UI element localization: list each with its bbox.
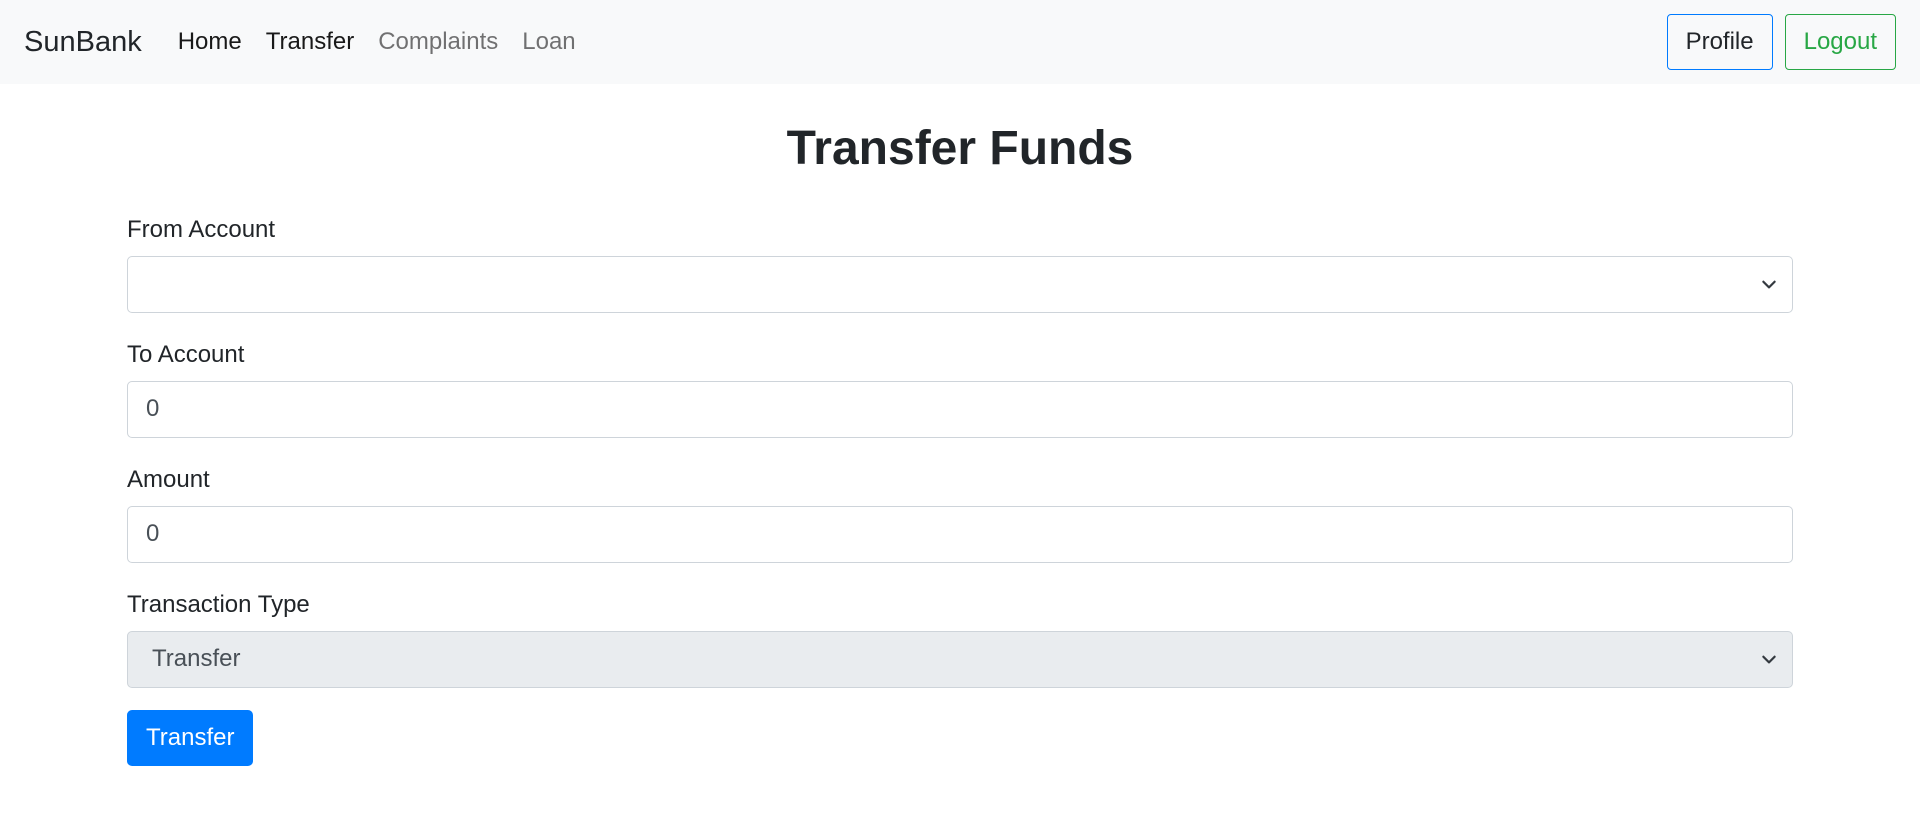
nav-actions: Profile Logout [1655, 14, 1896, 70]
transaction-type-select[interactable]: Transfer [127, 630, 1793, 688]
main-content: Transfer Funds From Account To Account A… [127, 84, 1793, 766]
amount-label: Amount [127, 465, 210, 493]
nav-links: Home Transfer Complaints Loan [178, 28, 600, 56]
transfer-form: From Account To Account Amount Trans [127, 216, 1793, 766]
navbar: SunBank Home Transfer Complaints Loan Pr… [0, 0, 1920, 84]
to-account-field-wrapper [127, 380, 1793, 438]
transaction-type-group: Transaction Type Transfer [127, 591, 1793, 688]
to-account-group: To Account [127, 341, 1793, 438]
nav-link-transfer[interactable]: Transfer [266, 28, 354, 56]
amount-field-wrapper [127, 505, 1793, 563]
from-account-group: From Account [127, 216, 1793, 313]
logout-button[interactable]: Logout [1784, 14, 1896, 70]
brand-logo[interactable]: SunBank [24, 26, 142, 59]
to-account-label: To Account [127, 340, 245, 368]
nav-link-complaints[interactable]: Complaints [378, 28, 498, 56]
chevron-down-icon [1762, 280, 1776, 289]
transfer-submit-button[interactable]: Transfer [127, 709, 254, 766]
from-account-select[interactable] [127, 255, 1793, 313]
nav-link-home[interactable]: Home [178, 28, 242, 56]
from-account-label: From Account [127, 215, 276, 243]
nav-link-loan[interactable]: Loan [522, 28, 575, 56]
amount-input[interactable] [146, 520, 1774, 549]
to-account-input[interactable] [146, 395, 1774, 424]
transaction-type-label: Transaction Type [127, 590, 310, 618]
transaction-type-value: Transfer [152, 645, 241, 673]
chevron-down-icon [1762, 655, 1776, 664]
profile-button[interactable]: Profile [1666, 14, 1773, 70]
amount-group: Amount [127, 466, 1793, 563]
page-title: Transfer Funds [786, 122, 1134, 175]
